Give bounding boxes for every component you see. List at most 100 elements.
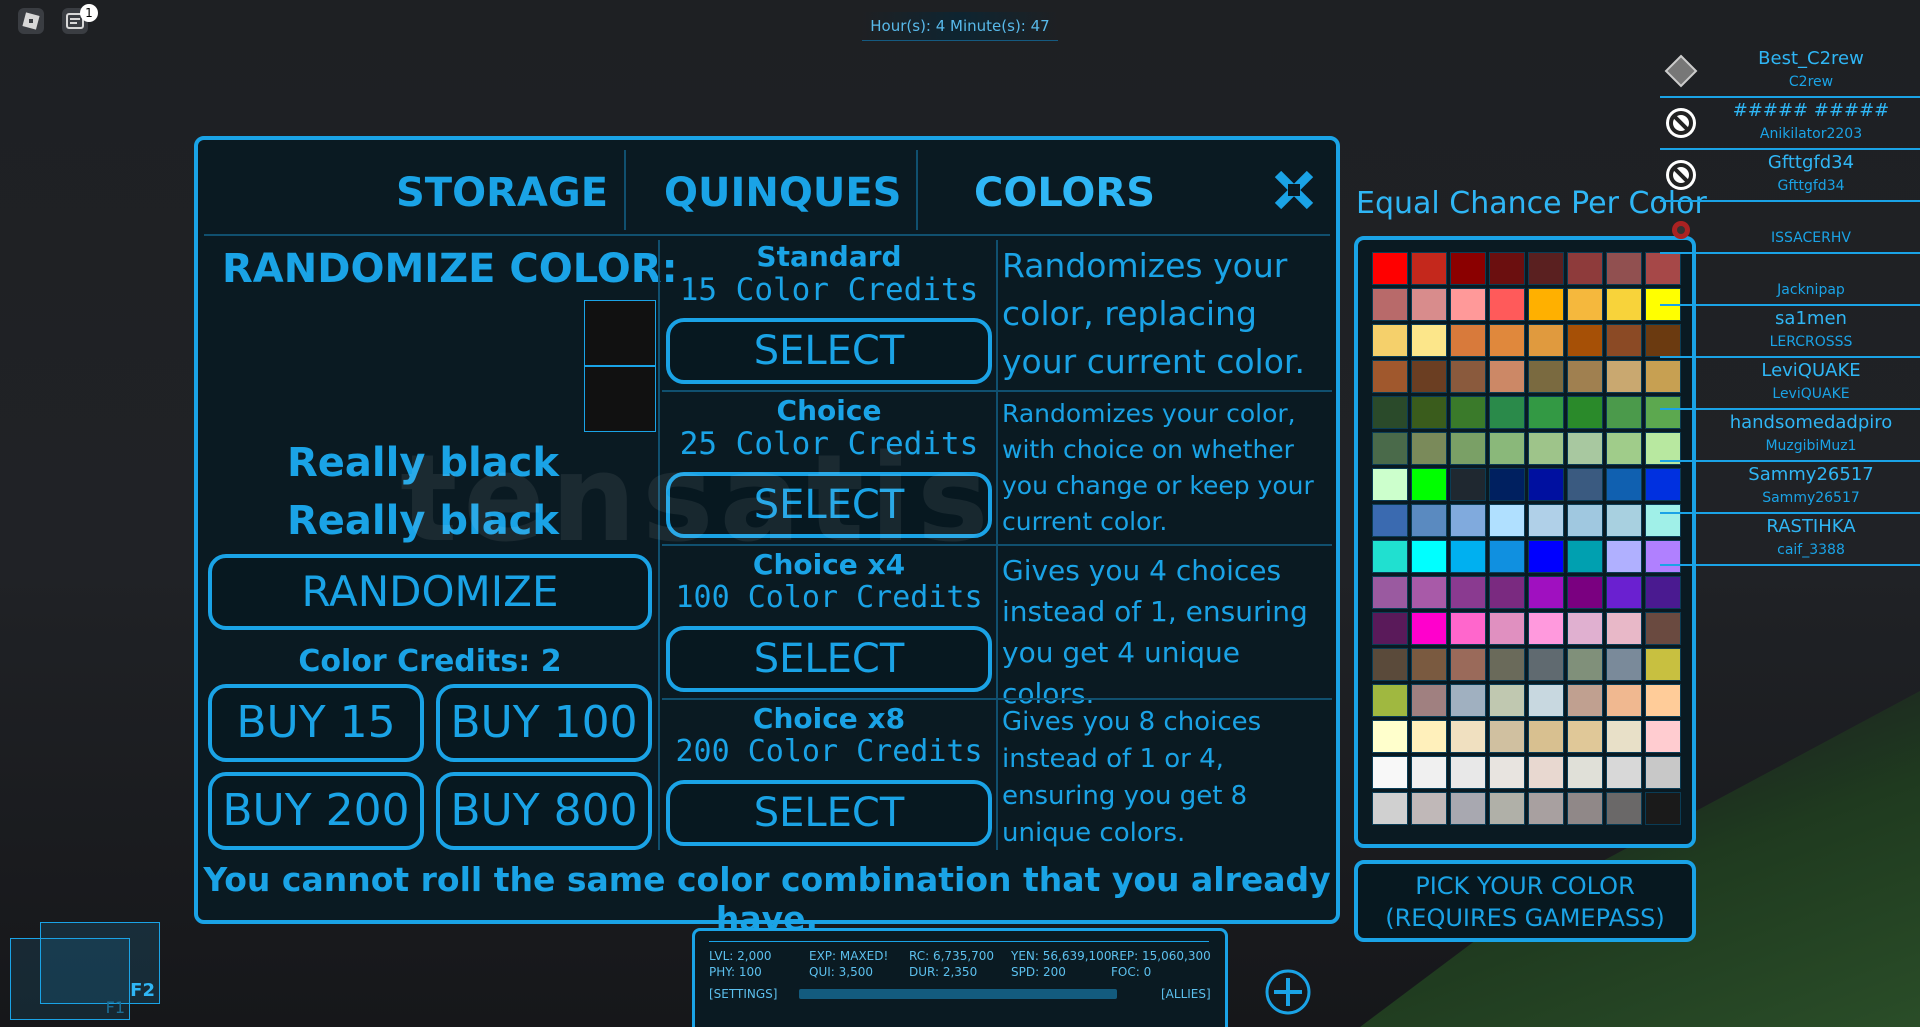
color-swatch[interactable] — [1567, 720, 1603, 753]
select-choice-x4-button[interactable]: SELECT — [666, 626, 992, 692]
color-swatch[interactable] — [1450, 504, 1486, 537]
color-swatch[interactable] — [1450, 468, 1486, 501]
color-swatch[interactable] — [1489, 324, 1525, 357]
color-swatch[interactable] — [1645, 612, 1681, 645]
color-swatch[interactable] — [1450, 684, 1486, 717]
color-swatch[interactable] — [1372, 684, 1408, 717]
color-swatch[interactable] — [1606, 648, 1642, 681]
color-swatch[interactable] — [1372, 756, 1408, 789]
color-swatch[interactable] — [1450, 540, 1486, 573]
color-swatch[interactable] — [1528, 504, 1564, 537]
color-swatch[interactable] — [1567, 684, 1603, 717]
color-swatch[interactable] — [1411, 288, 1447, 321]
color-swatch[interactable] — [1450, 792, 1486, 825]
color-swatch[interactable] — [1567, 360, 1603, 393]
color-swatch[interactable] — [1411, 468, 1447, 501]
color-swatch[interactable] — [1645, 720, 1681, 753]
color-swatch[interactable] — [1411, 756, 1447, 789]
color-swatch[interactable] — [1567, 756, 1603, 789]
color-swatch[interactable] — [1489, 540, 1525, 573]
color-swatch[interactable] — [1645, 792, 1681, 825]
color-swatch[interactable] — [1567, 504, 1603, 537]
color-swatch[interactable] — [1489, 648, 1525, 681]
color-swatch[interactable] — [1450, 720, 1486, 753]
color-swatch[interactable] — [1606, 288, 1642, 321]
color-swatch[interactable] — [1645, 576, 1681, 609]
color-swatch[interactable] — [1528, 288, 1564, 321]
color-swatch[interactable] — [1411, 684, 1447, 717]
color-swatch[interactable] — [1372, 468, 1408, 501]
color-swatch[interactable] — [1489, 612, 1525, 645]
color-swatch[interactable] — [1372, 648, 1408, 681]
color-swatch[interactable] — [1450, 360, 1486, 393]
color-swatch[interactable] — [1567, 252, 1603, 285]
color-swatch[interactable] — [1528, 324, 1564, 357]
color-swatch[interactable] — [1528, 576, 1564, 609]
color-swatch[interactable] — [1372, 504, 1408, 537]
color-swatch[interactable] — [1606, 432, 1642, 465]
color-swatch[interactable] — [1450, 648, 1486, 681]
player-row[interactable]: Best_C2rew C2rew — [1660, 46, 1920, 98]
color-swatch[interactable] — [1645, 756, 1681, 789]
color-swatch[interactable] — [1567, 792, 1603, 825]
color-swatch[interactable] — [1450, 324, 1486, 357]
color-swatch[interactable] — [1489, 396, 1525, 429]
color-swatch[interactable] — [1606, 504, 1642, 537]
color-swatch[interactable] — [1450, 396, 1486, 429]
buy-800-button[interactable]: BUY 800 — [436, 772, 652, 850]
color-swatch[interactable] — [1411, 504, 1447, 537]
allies-button[interactable]: [ALLIES] — [1161, 987, 1211, 1001]
color-swatch[interactable] — [1450, 252, 1486, 285]
color-swatch[interactable] — [1372, 720, 1408, 753]
color-swatch[interactable] — [1528, 396, 1564, 429]
color-swatch[interactable] — [1528, 648, 1564, 681]
color-swatch[interactable] — [1567, 468, 1603, 501]
player-row[interactable]: LeviQUAKE LeviQUAKE — [1660, 358, 1920, 410]
color-swatch[interactable] — [1411, 720, 1447, 753]
color-swatch[interactable] — [1645, 684, 1681, 717]
color-swatch[interactable] — [1489, 432, 1525, 465]
roblox-menu-icon[interactable] — [18, 8, 44, 34]
color-swatch[interactable] — [1489, 504, 1525, 537]
color-swatch[interactable] — [1528, 720, 1564, 753]
color-swatch[interactable] — [1606, 720, 1642, 753]
color-swatch[interactable] — [1372, 396, 1408, 429]
color-swatch[interactable] — [1489, 684, 1525, 717]
color-swatch[interactable] — [1372, 576, 1408, 609]
color-swatch[interactable] — [1489, 576, 1525, 609]
buy-15-button[interactable]: BUY 15 — [208, 684, 424, 762]
pick-your-color-button[interactable]: PICK YOUR COLOR (REQUIRES GAMEPASS) — [1354, 860, 1696, 942]
color-swatch[interactable] — [1567, 288, 1603, 321]
settings-button[interactable]: [SETTINGS] — [709, 987, 777, 1001]
color-swatch[interactable] — [1528, 756, 1564, 789]
color-swatch[interactable] — [1372, 324, 1408, 357]
color-swatch[interactable] — [1567, 432, 1603, 465]
color-swatch[interactable] — [1567, 612, 1603, 645]
color-swatch[interactable] — [1372, 432, 1408, 465]
color-swatch[interactable] — [1411, 612, 1447, 645]
color-swatch[interactable] — [1411, 396, 1447, 429]
color-swatch[interactable] — [1489, 252, 1525, 285]
close-icon[interactable] — [1272, 168, 1316, 218]
color-swatch[interactable] — [1489, 288, 1525, 321]
color-swatch[interactable] — [1528, 252, 1564, 285]
color-swatch[interactable] — [1567, 648, 1603, 681]
select-choice-x8-button[interactable]: SELECT — [666, 780, 992, 846]
buy-100-button[interactable]: BUY 100 — [436, 684, 652, 762]
color-swatch[interactable] — [1567, 396, 1603, 429]
color-swatch[interactable] — [1411, 252, 1447, 285]
player-row[interactable]: sa1men LERCROSSS — [1660, 306, 1920, 358]
player-row[interactable]: handsomedadpiro MuzgibiMuz1 — [1660, 410, 1920, 462]
color-swatch[interactable] — [1450, 612, 1486, 645]
color-swatch[interactable] — [1489, 756, 1525, 789]
color-swatch[interactable] — [1606, 252, 1642, 285]
add-icon[interactable] — [1264, 968, 1312, 1016]
color-swatch[interactable] — [1489, 792, 1525, 825]
color-swatch[interactable] — [1606, 360, 1642, 393]
color-swatch[interactable] — [1450, 288, 1486, 321]
color-swatch[interactable] — [1489, 360, 1525, 393]
color-swatch[interactable] — [1606, 612, 1642, 645]
color-swatch[interactable] — [1606, 540, 1642, 573]
color-swatch[interactable] — [1411, 576, 1447, 609]
color-swatch[interactable] — [1450, 756, 1486, 789]
